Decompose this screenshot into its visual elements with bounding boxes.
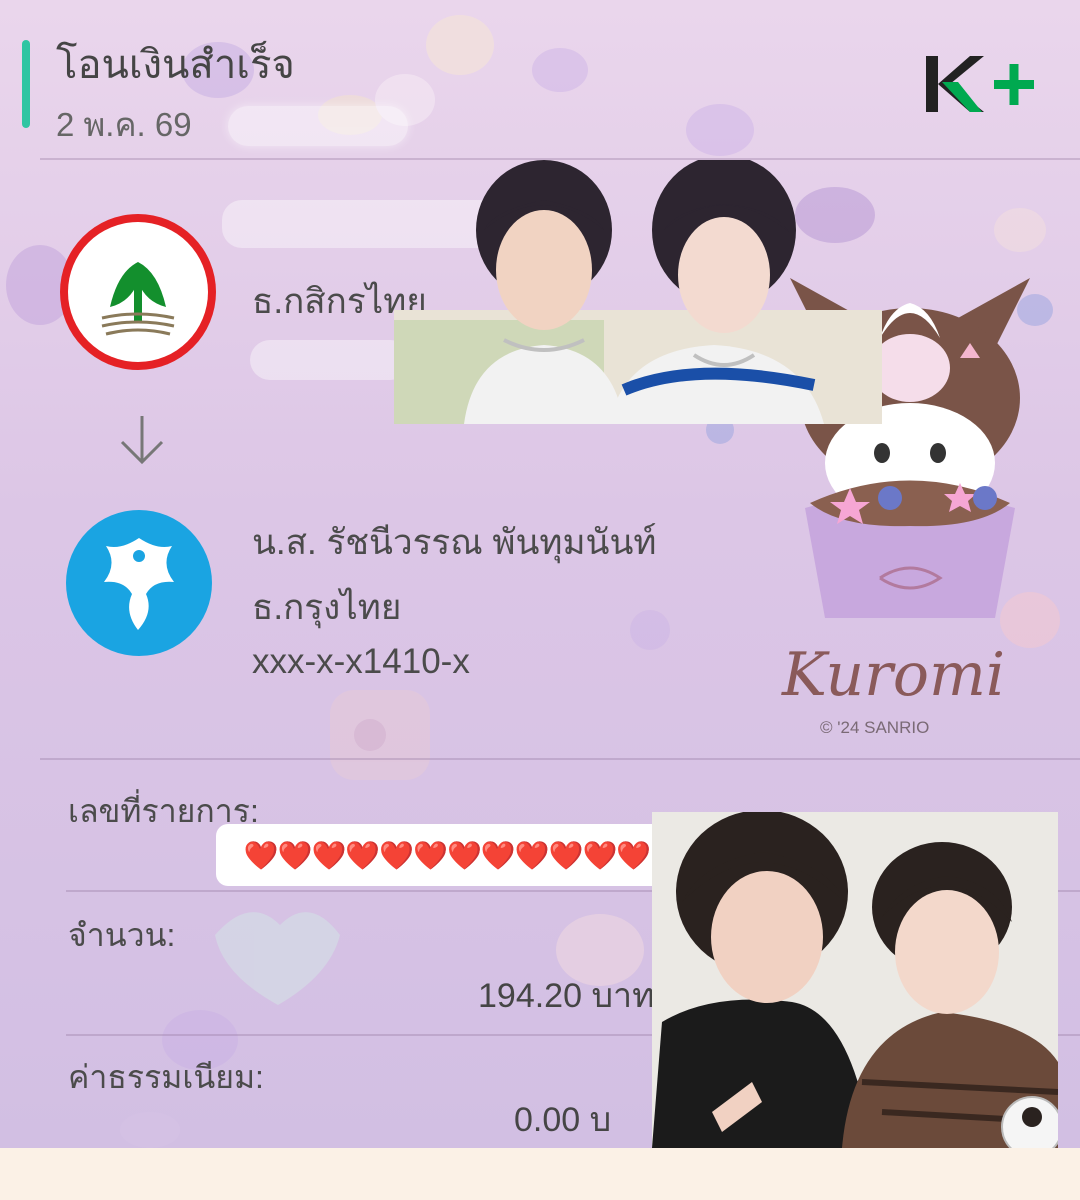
reference-value: ❤️❤️❤️❤️❤️❤️❤️❤️❤️❤️❤️❤️: [216, 824, 678, 886]
redaction-scribble: [228, 106, 408, 146]
transfer-slip: โอนเงินสำเร็จ 2 พ.ค. 69 ธ.กสิกรไทย น.ส. …: [0, 0, 1080, 1148]
section-divider: [40, 758, 1080, 760]
photo-sticker-two-people: [394, 160, 882, 424]
title-accent-bar: [22, 40, 30, 128]
recipient-name: น.ส. รัชนีวรรณ พันทุมนันท์: [252, 523, 657, 562]
sanrio-copyright: © '24 SANRIO: [820, 718, 930, 737]
page-title: โอนเงินสำเร็จ: [56, 43, 295, 87]
recipient-account: xxx-x-x1410-x: [252, 642, 470, 681]
redaction-scribble: [250, 340, 410, 380]
ktb-phoenix-icon: [104, 538, 174, 630]
ktb-logo: [66, 510, 212, 656]
recipient-bank-name: ธ.กรุงไทย: [252, 588, 402, 627]
amount-value: 194.20 บาท: [478, 977, 655, 1015]
photo-placeholder: [394, 160, 882, 424]
transaction-date: 2 พ.ค. 69: [56, 106, 192, 143]
kuromi-brand-text: Kuromi: [782, 640, 1006, 710]
kbank-emblem-icon: [101, 262, 175, 336]
bottom-strip: [0, 1148, 1080, 1200]
kplus-logo: [926, 56, 1034, 112]
photo-placeholder: [652, 812, 1058, 1148]
amount-label: จำนวน:: [68, 917, 176, 953]
fee-label: ค่าธรรมเนียม:: [68, 1059, 264, 1095]
kbank-logo: [68, 222, 208, 362]
arrow-down-icon: [120, 416, 164, 465]
photo-two-people-selfie: [652, 812, 1058, 1148]
fee-value: 0.00 บ: [514, 1101, 612, 1139]
